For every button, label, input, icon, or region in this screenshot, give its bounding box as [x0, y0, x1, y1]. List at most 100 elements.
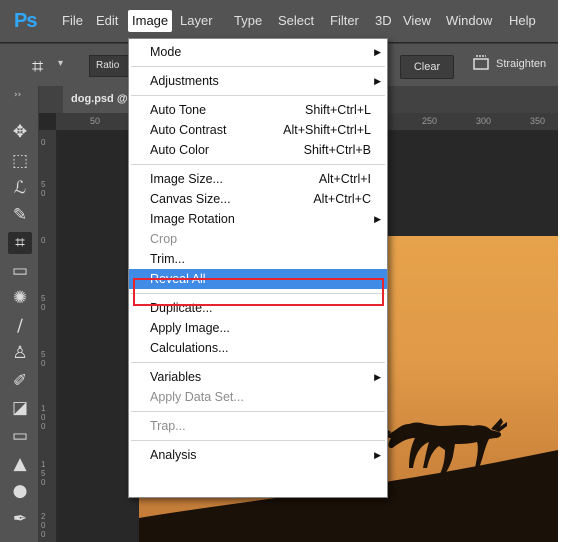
- menu-item-label: Variables: [150, 370, 202, 384]
- menu-item-auto-tone[interactable]: Auto Tone Shift+Ctrl+L: [129, 100, 387, 120]
- ruler-tick: 150: [41, 460, 46, 487]
- menu-item-label: Trim...: [150, 252, 185, 266]
- submenu-arrow-icon: ▶: [374, 372, 381, 382]
- ruler-tick: 0: [41, 138, 46, 147]
- brush-tool-icon[interactable]: ∕: [8, 315, 32, 337]
- menu-separator: [131, 66, 385, 67]
- clone-stamp-tool-icon[interactable]: ♙: [8, 342, 32, 364]
- eraser-tool-icon[interactable]: ◪: [8, 397, 32, 419]
- document-tab[interactable]: dog.psd @: [63, 86, 136, 113]
- menu-item-auto-color[interactable]: Auto Color Shift+Ctrl+B: [129, 140, 387, 160]
- chevron-down-icon[interactable]: ▾: [58, 58, 63, 69]
- menu-item-image-rotation[interactable]: Image Rotation ▶: [129, 209, 387, 229]
- menu-item-analysis[interactable]: Analysis ▶: [129, 445, 387, 465]
- menu-separator: [131, 164, 385, 165]
- lasso-tool-icon[interactable]: ℒ: [8, 177, 32, 199]
- menu-item-variables[interactable]: Variables ▶: [129, 367, 387, 387]
- submenu-arrow-icon: ▶: [374, 47, 381, 57]
- menu-view[interactable]: View: [403, 13, 431, 28]
- photoshop-window: Ps File Edit Image Layer Type Select Fil…: [0, 0, 558, 542]
- menu-item-label: Trap...: [150, 419, 186, 433]
- ruler-tick: 0: [41, 236, 46, 245]
- menu-item-label: Analysis: [150, 448, 197, 462]
- ruler-tick: 50: [90, 116, 101, 126]
- photoshop-logo: Ps: [14, 10, 37, 32]
- menu-item-label: Apply Image...: [150, 321, 230, 335]
- menu-select[interactable]: Select: [278, 13, 314, 28]
- menu-separator: [131, 95, 385, 96]
- menu-item-adjustments[interactable]: Adjustments ▶: [129, 71, 387, 91]
- straighten-icon[interactable]: [472, 53, 490, 71]
- image-menu-dropdown: Mode ▶ Adjustments ▶ Auto Tone Shift+Ctrl+L Au…: [128, 38, 388, 498]
- move-tool-icon[interactable]: ✥: [8, 121, 32, 143]
- menu-item-shortcut: Alt+Ctrl+I: [318, 172, 371, 186]
- ratio-dropdown[interactable]: Ratio: [89, 55, 131, 77]
- menu-item-trim[interactable]: Trim...: [129, 249, 387, 269]
- menu-item-auto-contrast[interactable]: Auto Contrast Alt+Shift+Ctrl+L: [129, 120, 387, 140]
- menu-filter[interactable]: Filter: [330, 13, 359, 28]
- submenu-arrow-icon: ▶: [374, 214, 381, 224]
- ruler-tick: 350: [530, 116, 546, 126]
- menu-item-mode[interactable]: Mode ▶: [129, 42, 387, 62]
- menu-edit[interactable]: Edit: [96, 13, 118, 28]
- clear-button[interactable]: Clear: [400, 55, 454, 79]
- menu-item-shortcut: Shift+Ctrl+B: [303, 143, 371, 157]
- ruler-tick: 50: [41, 350, 46, 368]
- menu-item-apply-data-set: Apply Data Set...: [129, 387, 387, 407]
- menu-help[interactable]: Help: [509, 13, 536, 28]
- menu-type[interactable]: Type: [234, 13, 262, 28]
- menu-item-shortcut: Alt+Shift+Ctrl+L: [283, 123, 371, 137]
- quick-selection-tool-icon[interactable]: ✎: [8, 204, 32, 226]
- menu-item-label: Auto Tone: [150, 103, 207, 117]
- menu-item-label: Crop: [150, 232, 178, 246]
- crop-tool-icon[interactable]: ⌗: [8, 232, 32, 254]
- menu-item-label: Canvas Size...: [150, 192, 231, 206]
- menu-item-crop: Crop: [129, 229, 387, 249]
- menu-window[interactable]: Window: [446, 13, 492, 28]
- marquee-tool-icon[interactable]: ⬚: [8, 150, 32, 172]
- vertical-ruler: 0 50 0 50 50 100 150 200: [39, 130, 57, 542]
- pen-tool-icon[interactable]: ✒: [8, 508, 32, 530]
- menu-item-label: Mode: [150, 45, 182, 59]
- menu-item-label: Apply Data Set...: [150, 390, 244, 404]
- blur-tool-icon[interactable]: ▲: [8, 453, 32, 475]
- menu-item-label: Image Rotation: [150, 212, 235, 226]
- submenu-arrow-icon: ▶: [374, 76, 381, 86]
- menu-item-label: Image Size...: [150, 172, 223, 186]
- highlight-callout-box: [133, 278, 384, 306]
- menu-item-label: Adjustments: [150, 74, 219, 88]
- ruler-tick: 50: [41, 294, 46, 312]
- ruler-tick: 200: [41, 512, 46, 539]
- menu-separator: [131, 362, 385, 363]
- menu-item-shortcut: Shift+Ctrl+L: [304, 103, 371, 117]
- menu-file[interactable]: File: [62, 13, 83, 28]
- dodge-tool-icon[interactable]: ●: [8, 480, 32, 502]
- ruler-tick: 100: [41, 404, 46, 431]
- menu-item-shortcut: Alt+Ctrl+C: [313, 192, 371, 206]
- menu-item-image-size[interactable]: Image Size... Alt+Ctrl+I: [129, 169, 387, 189]
- healing-brush-tool-icon[interactable]: ✺: [8, 287, 32, 309]
- menu-item-canvas-size[interactable]: Canvas Size... Alt+Ctrl+C: [129, 189, 387, 209]
- menu-3d[interactable]: 3D: [375, 13, 392, 28]
- ruler-tick: 300: [476, 116, 492, 126]
- menu-separator: [131, 411, 385, 412]
- menu-item-label: Calculations...: [150, 341, 229, 355]
- menu-item-label: Auto Color: [150, 143, 210, 157]
- menu-separator: [131, 440, 385, 441]
- gradient-tool-icon[interactable]: ▭: [8, 425, 32, 447]
- menu-item-calculations[interactable]: Calculations...: [129, 338, 387, 358]
- history-brush-tool-icon[interactable]: ✐: [8, 370, 32, 392]
- crop-icon[interactable]: ⌗: [32, 54, 43, 78]
- menu-item-trap: Trap...: [129, 416, 387, 436]
- collapse-panel-icon[interactable]: ››: [14, 90, 21, 100]
- menu-item-apply-image[interactable]: Apply Image...: [129, 318, 387, 338]
- submenu-arrow-icon: ▶: [374, 450, 381, 460]
- ruler-tool-icon[interactable]: ▭: [8, 260, 32, 282]
- tools-panel: ›› ✥ ⬚ ℒ ✎ ⌗ ▭ ✺ ∕ ♙ ✐ ◪ ▭ ▲ ● ✒: [0, 86, 39, 542]
- menu-image[interactable]: Image: [128, 10, 173, 32]
- straighten-button[interactable]: Straighten: [496, 58, 546, 70]
- ruler-tick: 50: [41, 180, 46, 198]
- ruler-tick: 250: [422, 116, 438, 126]
- menu-layer[interactable]: Layer: [180, 13, 213, 28]
- menu-item-label: Auto Contrast: [150, 123, 227, 137]
